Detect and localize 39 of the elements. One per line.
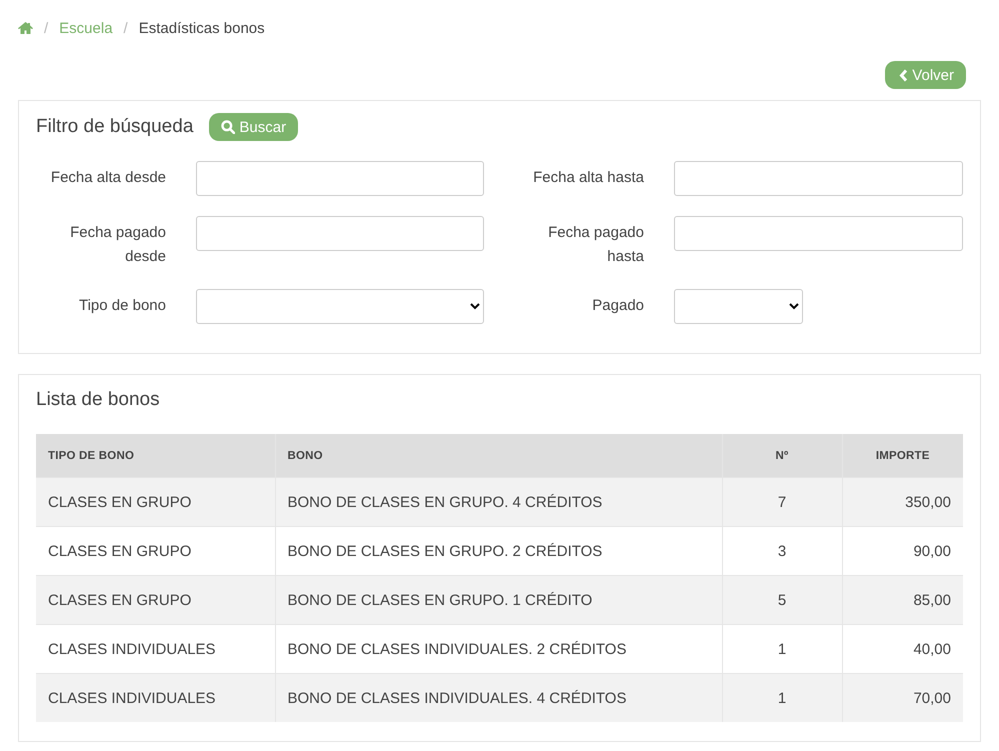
table-cell: BONO DE CLASES INDIVIDUALES. 4 CRÉDITOS <box>275 674 722 722</box>
column-header: TIPO DE BONO <box>36 434 275 478</box>
dropdown-field[interactable] <box>196 289 484 324</box>
panel-title: Filtro de búsqueda <box>36 116 194 138</box>
table-cell: 70,00 <box>842 674 963 722</box>
table-cell: CLASES INDIVIDUALES <box>36 674 275 722</box>
column-header: BONO <box>275 434 722 478</box>
breadcrumb-link[interactable]: Escuela <box>59 20 113 36</box>
breadcrumb-separator: / <box>124 20 128 36</box>
field-label: Tipo de bono <box>78 296 166 316</box>
back-button[interactable]: Volver <box>885 61 966 89</box>
table-cell: CLASES EN GRUPO <box>36 478 275 526</box>
home-icon[interactable] <box>18 22 33 34</box>
field-label: Fecha pagado desde <box>69 223 166 267</box>
table-cell: BONO DE CLASES EN GRUPO. 4 CRÉDITOS <box>275 478 722 526</box>
dropdown-field[interactable] <box>674 289 803 324</box>
panel-title: Lista de bonos <box>36 389 161 411</box>
breadcrumb-current: Estadísticas bonos <box>138 20 265 36</box>
search-button[interactable]: Buscar <box>209 113 298 141</box>
table-cell: 5 <box>722 576 842 624</box>
field-label: Fecha alta hasta <box>532 168 644 188</box>
table-cell: 1 <box>722 674 842 722</box>
table-cell: BONO DE CLASES EN GRUPO. 1 CRÉDITO <box>275 576 722 624</box>
table-cell: 350,00 <box>842 478 963 526</box>
field-label: Pagado <box>591 296 644 316</box>
search-icon <box>221 120 236 134</box>
table-cell: 7 <box>722 478 842 526</box>
input-field[interactable] <box>196 216 484 251</box>
column-header: IMPORTE <box>842 434 963 478</box>
input-field[interactable] <box>196 161 484 196</box>
breadcrumb-separator: / <box>44 20 48 36</box>
table-cell: CLASES EN GRUPO <box>36 576 275 624</box>
field-label: Fecha alta desde <box>50 168 166 188</box>
column-header: Nº <box>722 434 842 478</box>
input-field[interactable] <box>674 216 963 251</box>
field-label: Fecha pagado hasta <box>547 223 644 267</box>
input-field[interactable] <box>674 161 963 196</box>
chevron-left-icon <box>899 68 908 82</box>
table-cell: 85,00 <box>842 576 963 624</box>
